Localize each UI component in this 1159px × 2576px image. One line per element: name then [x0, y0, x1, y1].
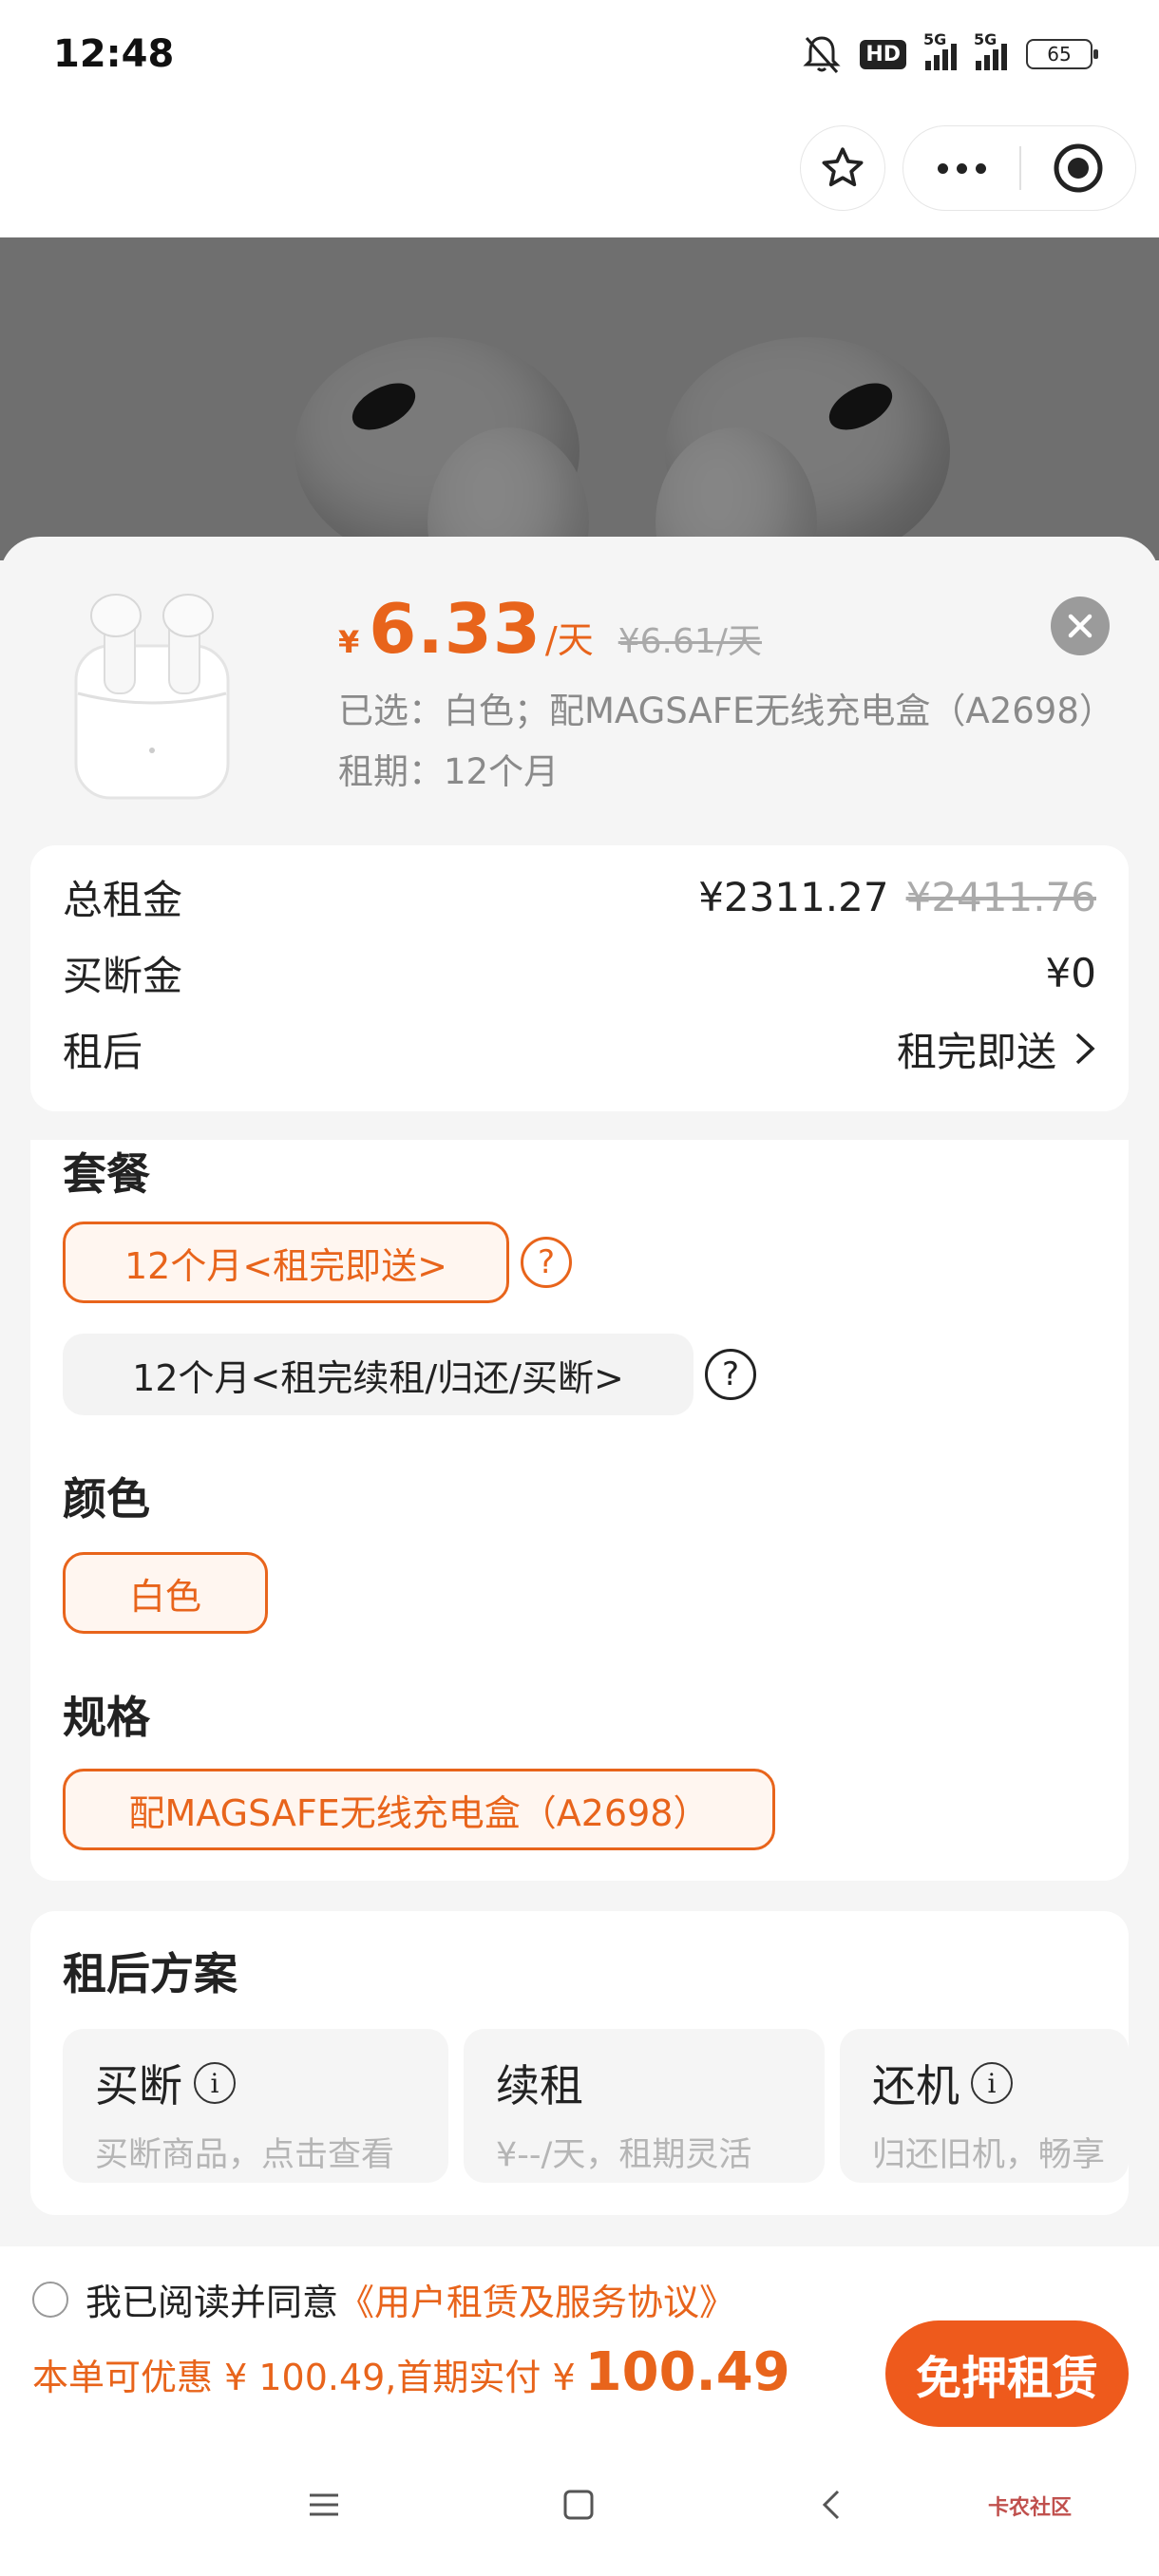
total-rent-value: ¥2311.27: [698, 873, 889, 920]
top-nav: [0, 114, 1159, 237]
plan-buyout-title: 买断: [95, 2060, 182, 2112]
buyout-row: 买断金 ¥0: [63, 944, 1096, 1001]
plan-return-desc: 归还旧机，畅享: [872, 2136, 1106, 2174]
total-rent-original: ¥2411.76: [905, 873, 1096, 920]
info-icon[interactable]: i: [971, 2062, 1013, 2104]
selected-options: 已选：白色；配MAGSAFE无线充电盒（A2698）: [338, 691, 1114, 731]
chevron-right-icon: [1075, 1032, 1095, 1065]
agree-checkbox[interactable]: [32, 2281, 68, 2318]
close-icon: [1068, 614, 1092, 638]
signal-icon: 5G: [923, 30, 957, 70]
watermark-logo: 卡农社区: [988, 2496, 1073, 2520]
agreement-row: 我已阅读并同意 《用户租赁及服务协议》: [32, 2273, 735, 2325]
back-icon[interactable]: [819, 2489, 844, 2525]
close-button[interactable]: [1051, 597, 1110, 655]
promo-text: 本单可优惠 ¥ 100.49,首期实付 ¥: [32, 2357, 576, 2398]
status-time: 12:48: [53, 32, 175, 76]
help-icon[interactable]: ?: [705, 1349, 756, 1400]
signal-icon: 5G: [974, 30, 1007, 70]
options-card: 套餐 12个月<租完即送> ? 12个月<租完续租/归还/买断> ? 颜色 白色…: [30, 1140, 1129, 1881]
bell-off-icon: [803, 34, 841, 74]
hd-icon: HD: [860, 39, 906, 69]
after-rent-value: 租完即送: [896, 1028, 1056, 1075]
agreement-link[interactable]: 《用户租赁及服务协议》: [338, 2273, 735, 2325]
agree-text: 我已阅读并同意: [86, 2282, 339, 2323]
package-option-2[interactable]: 12个月<租完续租/归还/买断>: [63, 1334, 694, 1415]
product-hero-image: [0, 237, 1159, 560]
price-unit: /天: [544, 619, 594, 661]
after-rent-plan-card: 租后方案 买断 i 买断商品，点击查看 续租 ¥--/天，租期灵活 还机 i 归还旧…: [30, 1911, 1129, 2215]
package-option-1[interactable]: 12个月<租完即送>: [63, 1222, 509, 1303]
spec-title: 规格: [63, 1692, 150, 1743]
plan-renew-title: 续租: [496, 2060, 583, 2112]
daily-price: 6.33: [369, 589, 542, 669]
system-nav-bar: [0, 2460, 1159, 2555]
price-currency: ¥: [338, 624, 360, 660]
favorite-button[interactable]: [800, 125, 885, 211]
status-icons: HD 5G 5G 65: [803, 30, 1098, 74]
info-icon[interactable]: i: [194, 2062, 236, 2104]
plan-renew[interactable]: 续租 ¥--/天，租期灵活: [464, 2029, 825, 2183]
star-icon: [822, 147, 864, 187]
package-title: 套餐: [63, 1148, 150, 1200]
plan-return[interactable]: 还机 i 归还旧机，畅享: [840, 2029, 1129, 2183]
help-icon[interactable]: ?: [521, 1237, 572, 1288]
total-rent-label: 总租金: [63, 876, 183, 923]
plan-buyout-desc: 买断商品，点击查看: [95, 2136, 395, 2174]
color-option-white[interactable]: 白色: [63, 1552, 268, 1634]
capsule-menu: [902, 125, 1136, 211]
buyout-value: ¥0: [1045, 949, 1096, 996]
product-thumbnail: [57, 570, 247, 807]
more-icon[interactable]: [903, 162, 1019, 174]
status-bar: 12:48 HD 5G 5G 65: [0, 0, 1159, 114]
spec-option-magsafe[interactable]: 配MAGSAFE无线充电盒（A2698）: [63, 1769, 775, 1850]
plan-renew-desc: ¥--/天，租期灵活: [496, 2136, 752, 2174]
first-payment-amount: 100.49: [584, 2341, 790, 2403]
price-row: ¥ 6.33 /天 ¥6.61/天: [338, 589, 762, 669]
menu-icon[interactable]: [308, 2489, 340, 2525]
original-price: ¥6.61/天: [618, 622, 762, 661]
promo-row: 本单可优惠 ¥ 100.49,首期实付 ¥ 100.49: [32, 2341, 790, 2403]
total-rent-row: 总租金 ¥2311.27 ¥2411.76: [63, 868, 1096, 925]
battery-icon: 65: [1026, 39, 1098, 69]
plan-buyout[interactable]: 买断 i 买断商品，点击查看: [63, 2029, 448, 2183]
home-icon[interactable]: [562, 2489, 595, 2525]
close-miniprogram-icon[interactable]: [1021, 142, 1135, 195]
rental-period: 租期：12个月: [338, 751, 560, 792]
rent-summary-card: 总租金 ¥2311.27 ¥2411.76 买断金 ¥0 租后 租完即送: [30, 845, 1129, 1111]
after-rent-row[interactable]: 租后 租完即送: [63, 1020, 1096, 1077]
color-title: 颜色: [63, 1473, 150, 1525]
plan-return-title: 还机: [872, 2060, 960, 2112]
deposit-free-rent-button[interactable]: 免押租赁: [885, 2320, 1129, 2427]
buyout-label: 买断金: [63, 952, 183, 999]
after-plan-title: 租后方案: [63, 1948, 238, 1999]
after-rent-label: 租后: [63, 1028, 143, 1075]
